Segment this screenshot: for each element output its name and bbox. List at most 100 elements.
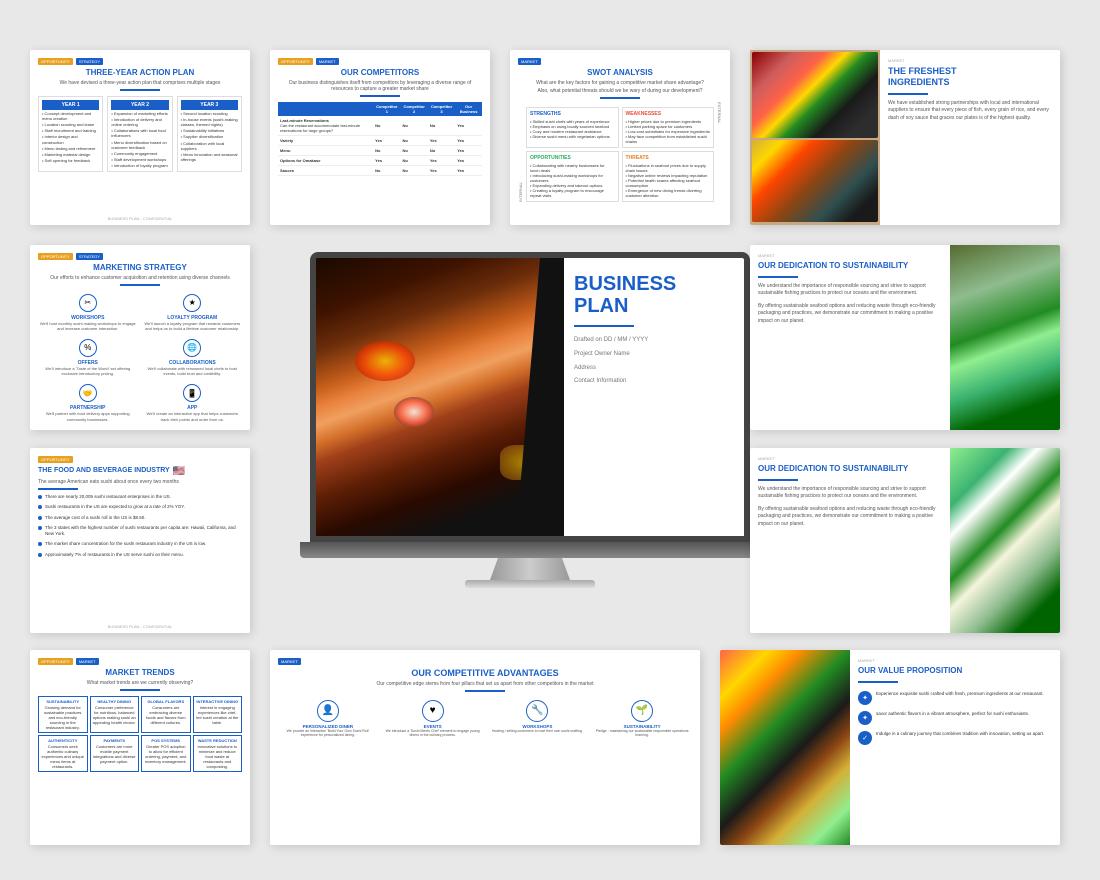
vp-icon-1: ✦ <box>858 691 872 705</box>
comp-market-tag: MARKET <box>316 58 339 65</box>
year2-header: YEAR 2 <box>111 100 168 110</box>
industry-title: THE FOOD AND BEVERAGE INDUSTRY <box>38 467 170 475</box>
bp-address: Address <box>574 363 734 374</box>
industry-fact-4: The 3 states with the highest number of … <box>38 525 242 538</box>
bp-text-area: BUSINESS PLAN Drafted on DD / MM / YYYY … <box>564 258 744 536</box>
dedication-image <box>950 245 1060 430</box>
table-row: Menu NoNoNoYes <box>278 145 482 155</box>
trend-payments: PAYMENTS Customers are more mobile payme… <box>90 735 140 772</box>
main-canvas: OPPORTUNITY STRATEGY THREE-YEAR ACTION P… <box>0 0 1100 880</box>
slide-marketing: OPPORTUNITY STRATEGY MARKETING STRATEGY … <box>30 245 250 430</box>
mkt-item-app: 📱 APP We'll create an interactive app th… <box>143 381 243 421</box>
mkt-item-partner: 🤝 PARTNERSHIP We'll partner with food de… <box>38 381 138 421</box>
vp-title: OUR VALUE PROPOSITION <box>858 666 1052 676</box>
bp-title-line2: PLAN <box>574 295 734 317</box>
slide-action-plan: OPPORTUNITY STRATEGY THREE-YEAR ACTION P… <box>30 50 250 225</box>
dedication-title: OUR DEDICATION TO SUSTAINABILITY <box>758 261 942 271</box>
freshest-body: We have established strong partnerships … <box>888 100 1052 123</box>
workshops-icon: ✂ <box>79 294 97 312</box>
mkt-strategy-tag: STRATEGY <box>76 253 103 260</box>
trend-global: GLOBAL FLAVORS Consumers are embracing d… <box>141 696 191 733</box>
monitor-bezel <box>300 542 760 558</box>
table-row: Sauces NoNoYesYes <box>278 165 482 175</box>
compAdv-events: ♥ EVENTS We introduce a 'Sushi Meets Che… <box>383 700 483 738</box>
vp-item-3: ✓ Indulge in a culinary journey that com… <box>858 731 1052 745</box>
slide-freshest: MARKET THE FRESHESTINGREDIENTS We have e… <box>750 50 1060 225</box>
industry-fact-2: Sushi restaurants in the US are expected… <box>38 504 242 510</box>
action-plan-footer: BUSINESS PLAN - CONFIDENTIAL <box>30 216 250 221</box>
vp-icon-2: ✦ <box>858 711 872 725</box>
swot-market-tag: MARKET <box>518 58 541 65</box>
compAdv-workshops: 🔧 WORKSHOPS Hosting / selling customers … <box>488 700 588 738</box>
mkt-item-collab: 🌐 COLLABORATIONS We'll collaborate with … <box>143 336 243 376</box>
bp-sushi-image <box>316 258 576 536</box>
trend-interactive: INTERACTIVE DINING Interest in engaging … <box>193 696 243 733</box>
trends-opp-tag: OPPORTUNITY <box>38 658 73 665</box>
bp-project-owner: Project Owner Name <box>574 349 734 360</box>
slide-value-prop: MARKET OUR VALUE PROPOSITION ✦ Experienc… <box>720 650 1060 845</box>
slide-monitor: BUSINESS PLAN Drafted on DD / MM / YYYY … <box>280 230 780 610</box>
loyalty-icon: ★ <box>183 294 201 312</box>
competitors-subtitle: Our business distinguishes itself from c… <box>278 80 482 92</box>
freshest-img-top <box>752 52 878 138</box>
swot-sub2: Also, what potential threats should we b… <box>518 88 722 94</box>
monitor-screen: BUSINESS PLAN Drafted on DD / MM / YYYY … <box>310 252 750 542</box>
trend-sustainability: SUSTAINABILITY Growing demand for sustai… <box>38 696 88 733</box>
threats-title: THREATS <box>626 155 711 161</box>
workshops-icon2: 🔧 <box>526 700 548 722</box>
industry-fact-1: There are nearly 20,005 sushi restaurant… <box>38 494 242 500</box>
marketing-title: MARKETING STRATEGY <box>38 263 242 273</box>
opportunities-title: OPPORTUNITIES <box>530 155 615 161</box>
trend-healthy: HEALTHY DINING Consumer preference for n… <box>90 696 140 733</box>
bp-contact: Contact Information <box>574 376 734 387</box>
trends-title: MARKET TRENDS <box>38 668 242 678</box>
dedication-body1: We understand the importance of responsi… <box>758 283 942 298</box>
strategy-tag: STRATEGY <box>76 58 103 65</box>
industry-fact-5: The market share concentration for the s… <box>38 541 242 547</box>
table-row: Options for Omakase YesNoYesYes <box>278 155 482 165</box>
collab-icon: 🌐 <box>183 339 201 357</box>
trend-waste: WASTE REDUCTION Innovative solutions to … <box>193 735 243 772</box>
sust-body1: We understand the importance of responsi… <box>758 486 942 501</box>
app-icon: 📱 <box>183 384 201 402</box>
dedication-tag: MARKET <box>758 253 942 258</box>
swot-title: SWOT ANALYSIS <box>518 68 722 78</box>
mkt-item-workshops: ✂ WORKSHOPS We'll host monthly sushi mak… <box>38 291 138 331</box>
freshest-title: THE FRESHESTINGREDIENTS <box>888 66 1052 88</box>
sustainability-image <box>950 448 1060 633</box>
vp-tag: MARKET <box>858 658 1052 663</box>
compAdv-market-tag: MARKET <box>278 658 301 665</box>
swot-external-label: EXTERNAL <box>717 102 722 202</box>
trend-authenticity: AUTHENTICITY Consumers seek authentic cu… <box>38 735 88 772</box>
action-plan-title: THREE-YEAR ACTION PLAN <box>38 68 242 78</box>
comp-opp-tag: OPPORTUNITY <box>278 58 313 65</box>
industry-fact-3: The average cost of a sushi roll in the … <box>38 515 242 521</box>
table-row: Variety YesNoYesYes <box>278 135 482 145</box>
slide-dedication: MARKET OUR DEDICATION TO SUSTAINABILITY … <box>750 245 1060 430</box>
mkt-item-loyalty: ★ LOYALTY PROGRAM We'll launch a loyalty… <box>143 291 243 331</box>
events-icon: ♥ <box>422 700 444 722</box>
compAdv-sustainability: 🌱 SUSTAINABILITY Pledge - maintaining ou… <box>592 700 692 738</box>
swot-internal-label: INTERNAL <box>518 102 523 202</box>
trends-subtitle: What market trends are we currently obse… <box>38 680 242 686</box>
compAdv-subtitle: Our competitive edge stems from four pil… <box>278 681 692 687</box>
slide-industry: OPPORTUNITY THE FOOD AND BEVERAGE INDUST… <box>30 448 250 633</box>
vp-item-2: ✦ savor authentic flavors in a vibrant a… <box>858 711 1052 725</box>
sust-tag: MARKET <box>758 456 942 461</box>
industry-fact-6: Approximately 7% of restaurants in the U… <box>38 552 242 558</box>
industry-opp-tag: OPPORTUNITY <box>38 456 73 463</box>
swot-sub1: What are the key factors for gaining a c… <box>518 80 722 86</box>
sustainability-icon: 🌱 <box>631 700 653 722</box>
action-plan-subtitle: We have devised a three-year action plan… <box>38 80 242 86</box>
slide-sustainability: MARKET OUR DEDICATION TO SUSTAINABILITY … <box>750 448 1060 633</box>
partner-icon: 🤝 <box>79 384 97 402</box>
mkt-item-offers: % OFFERS We'll introduce a 'Taste of the… <box>38 336 138 376</box>
value-prop-image <box>720 650 850 845</box>
monitor-base <box>465 580 595 588</box>
personalized-icon: 👤 <box>317 700 339 722</box>
slide-competitors: OPPORTUNITY MARKET OUR COMPETITORS Our b… <box>270 50 490 225</box>
compAdv-personalized: 👤 PERSONALIZED DINER We provide an inter… <box>278 700 378 738</box>
bp-title-line1: BUSINESS <box>574 273 734 295</box>
dedication-body2: By offering sustainable seafood options … <box>758 303 942 326</box>
opportunity-tag: OPPORTUNITY <box>38 58 73 65</box>
